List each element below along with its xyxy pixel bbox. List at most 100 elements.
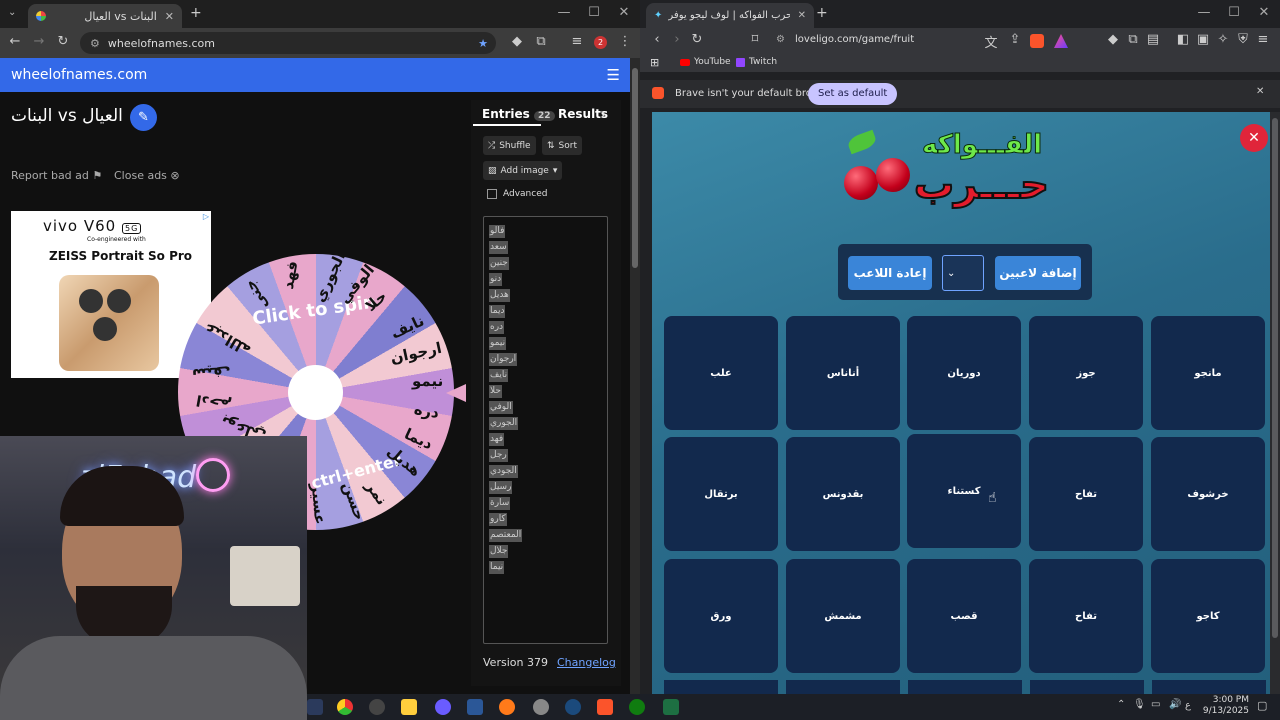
extension-diamond-icon[interactable]: ◆ — [508, 34, 526, 49]
obs-taskbar-icon[interactable] — [369, 699, 385, 715]
left-scrollbar[interactable] — [630, 58, 640, 694]
player-count-select[interactable]: ⌄ — [942, 255, 984, 291]
back-icon[interactable]: ‹ — [648, 32, 666, 47]
tab-list-icon[interactable]: ⌄ — [8, 7, 16, 18]
discord-taskbar-icon[interactable] — [435, 699, 451, 715]
fruit-tile[interactable]: جوز — [1029, 316, 1143, 430]
back-icon[interactable]: ← — [6, 34, 24, 49]
site-info-icon[interactable]: ⚙ — [776, 34, 785, 45]
add-players-button[interactable]: إضافة لاعبين — [995, 256, 1081, 290]
reload-icon[interactable]: ↻ — [54, 34, 72, 49]
fruit-tile[interactable]: دوريان — [907, 316, 1021, 430]
volume-icon[interactable]: 🔊 — [1169, 699, 1181, 710]
fruit-tile[interactable]: بقدونس — [786, 437, 900, 551]
reset-player-button[interactable]: إعادة اللاعب — [848, 256, 932, 290]
network-icon[interactable]: ▭ — [1151, 699, 1160, 710]
maximize-icon[interactable]: ☐ — [580, 5, 608, 20]
forward-icon[interactable]: › — [668, 32, 686, 47]
notification-icon[interactable]: ▢ — [1257, 699, 1267, 712]
forward-icon[interactable]: → — [30, 34, 48, 49]
game-close-button[interactable]: ✕ — [1240, 124, 1268, 152]
clock[interactable]: 3:00 PM 9/13/2025 — [1199, 695, 1249, 717]
vpn-shield-icon[interactable]: ⛨ — [1234, 32, 1252, 47]
fruit-tile[interactable]: كاجو — [1151, 559, 1265, 673]
xbox-taskbar-icon[interactable] — [629, 699, 645, 715]
fruit-tile[interactable]: مشمش — [786, 559, 900, 673]
new-tab-button[interactable]: + — [816, 5, 828, 21]
fruit-tile[interactable]: أناناس — [786, 316, 900, 430]
menu-dots-icon[interactable]: ⋮ — [616, 34, 634, 49]
chrome-taskbar-icon[interactable] — [337, 699, 353, 715]
app-taskbar-icon[interactable] — [533, 699, 549, 715]
brave-taskbar-icon[interactable] — [597, 699, 613, 715]
media-icon[interactable]: ▤ — [1144, 32, 1162, 47]
ad-choices-icon[interactable]: ▷ — [203, 212, 209, 221]
maximize-icon[interactable]: ☐ — [1220, 5, 1248, 20]
changelog-link[interactable]: Changelog — [557, 656, 616, 669]
tray-chevron-up-icon[interactable]: ⌃ — [1117, 699, 1125, 710]
right-tab-active[interactable]: ✦ لعبة حرب الفواكه | لوف ليجو يوفر ✕ — [646, 3, 814, 28]
left-address-bar[interactable]: ⚙ wheelofnames.com ★ — [80, 32, 496, 54]
left-scrollbar-thumb[interactable] — [632, 68, 638, 268]
minimize-icon[interactable]: — — [550, 5, 578, 20]
close-ads-link[interactable]: Close ads ⊗ — [114, 169, 180, 182]
extensions-puzzle-icon[interactable]: ⧉ — [532, 34, 550, 49]
advanced-checkbox-row[interactable]: Advanced — [487, 189, 547, 199]
bookmark-youtube[interactable]: YouTube — [680, 57, 731, 67]
profile-badge[interactable]: 2 — [594, 36, 607, 49]
right-scrollbar-thumb[interactable] — [1272, 118, 1278, 638]
advanced-checkbox[interactable] — [487, 189, 497, 199]
fruit-tile[interactable]: برتقال — [664, 437, 778, 551]
add-image-button[interactable]: ▨ Add image ▾ — [483, 161, 563, 180]
edit-title-pencil-icon[interactable]: ✎ — [130, 104, 157, 131]
minimize-icon[interactable]: — — [1190, 5, 1218, 20]
extension-diamond-icon[interactable]: ◆ — [1104, 32, 1122, 47]
bookmark-star-icon[interactable]: ★ — [478, 37, 488, 50]
close-window-icon[interactable]: ✕ — [1250, 5, 1278, 20]
close-infobar-icon[interactable]: ✕ — [1256, 86, 1264, 97]
brave-shields-icon[interactable] — [1030, 34, 1044, 48]
microphone-icon[interactable]: 🎙 — [1133, 699, 1146, 710]
bookmark-twitch[interactable]: Twitch — [736, 57, 777, 67]
sidebar-icon[interactable]: ◧ — [1174, 32, 1192, 47]
translate-icon[interactable]: 文 — [982, 32, 1000, 51]
tab-entries[interactable]: Entries 22 — [482, 107, 555, 121]
file-explorer-taskbar-icon[interactable] — [401, 699, 417, 715]
shuffle-button[interactable]: ⤮ Shuffle — [483, 136, 536, 155]
fruit-tile[interactable]: قصب — [907, 559, 1021, 673]
close-tab-icon[interactable]: ✕ — [798, 10, 806, 21]
steam-taskbar-icon[interactable] — [565, 699, 581, 715]
fruit-tile[interactable]: خرشوف — [1151, 437, 1265, 551]
leo-ai-icon[interactable]: ✧ — [1214, 32, 1232, 47]
hamburger-menu-icon[interactable]: ☰ — [607, 66, 620, 84]
firefox-taskbar-icon[interactable] — [499, 699, 515, 715]
excel-taskbar-icon[interactable] — [663, 699, 679, 715]
language-indicator[interactable]: ع — [1185, 700, 1191, 711]
vivo-ad[interactable]: vivo V60 5G Co-engineered with ZEISS Por… — [11, 211, 211, 378]
taskbar-app-icon[interactable] — [307, 699, 323, 715]
apps-grid-icon[interactable]: ⊞ — [650, 56, 659, 69]
wallet-icon[interactable]: ▣ — [1194, 32, 1212, 47]
bookmark-icon[interactable]: ⌑ — [746, 32, 764, 47]
chevron-right-icon[interactable]: › — [600, 104, 606, 123]
menu-icon[interactable]: ≡ — [1254, 32, 1272, 47]
set-as-default-button[interactable]: Set as default — [808, 83, 898, 105]
left-tab-active[interactable]: العيال vs البنات ✕ — [28, 4, 182, 28]
share-icon[interactable]: ⇪ — [1006, 32, 1024, 47]
reload-icon[interactable]: ↻ — [688, 32, 706, 47]
wheel-center-hub[interactable] — [288, 365, 343, 420]
fruit-tile[interactable]: مانجو — [1151, 316, 1265, 430]
fruit-tile[interactable]: علب — [664, 316, 778, 430]
fruit-tile[interactable]: ورق — [664, 559, 778, 673]
word-taskbar-icon[interactable] — [467, 699, 483, 715]
media-queue-icon[interactable]: ≡ — [568, 34, 586, 49]
fruit-tile[interactable]: تفاح — [1029, 559, 1143, 673]
brave-rewards-icon[interactable] — [1054, 34, 1068, 48]
new-tab-button[interactable]: + — [190, 5, 202, 21]
report-bad-ad-link[interactable]: Report bad ad ⚑ — [11, 169, 102, 182]
right-scrollbar[interactable] — [1270, 112, 1280, 694]
won-brand[interactable]: wheelofnames.com — [11, 67, 147, 83]
sort-button[interactable]: ⇅ Sort — [542, 136, 582, 155]
fruit-tile[interactable]: كستناء — [907, 434, 1021, 548]
fruit-tile[interactable]: تفاح — [1029, 437, 1143, 551]
